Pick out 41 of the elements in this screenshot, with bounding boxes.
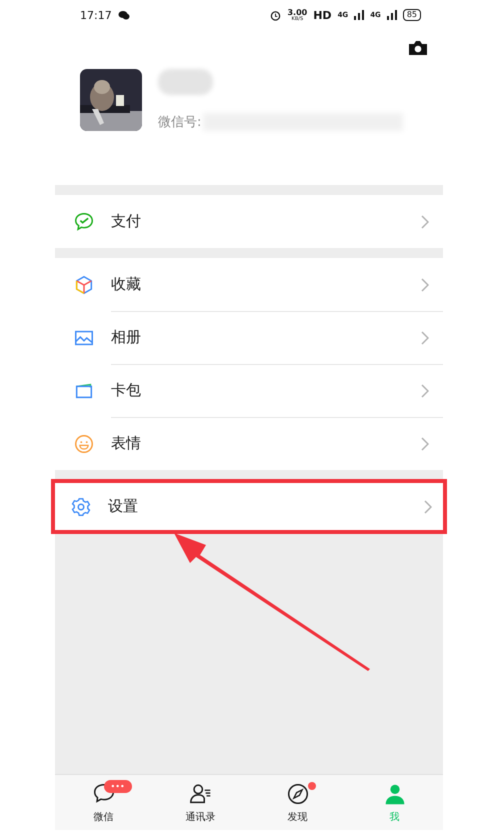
- menu-label: 收藏: [111, 275, 142, 294]
- chevron-icon: [421, 436, 429, 450]
- menu-item[interactable]: 设置: [52, 480, 446, 533]
- menu-label: 支付: [111, 212, 142, 231]
- chevron-icon: [421, 214, 429, 228]
- pay-icon: [73, 210, 95, 232]
- menu-item[interactable]: 表情: [55, 417, 443, 470]
- clock-time: 17:17: [80, 8, 112, 22]
- speed-value: 3.00: [287, 8, 308, 16]
- menu-item[interactable]: 收藏: [55, 258, 443, 311]
- tab[interactable]: 发现: [249, 775, 346, 830]
- battery-level: 85: [402, 9, 421, 21]
- favorites-icon: [73, 274, 95, 296]
- camera-icon[interactable]: [408, 40, 428, 56]
- tab[interactable]: 微信 •••: [55, 775, 152, 830]
- chevron-icon: [421, 278, 429, 292]
- signal-icon: [354, 10, 364, 20]
- wechat-id-label: 微信号:: [158, 114, 202, 131]
- menu-label: 卡包: [111, 381, 142, 400]
- menu-label: 相册: [111, 328, 142, 347]
- tab-label: 我: [390, 810, 400, 824]
- chevron-icon: [421, 330, 429, 344]
- tab-label: 通讯录: [186, 810, 216, 824]
- menu-label: 设置: [108, 497, 139, 516]
- chat-app-icon: [118, 10, 130, 20]
- alarm-icon: [270, 10, 282, 20]
- chevron-icon: [421, 384, 429, 398]
- chevron-icon: [424, 500, 432, 514]
- tab-label: 发现: [288, 811, 308, 824]
- signal-icon: [386, 10, 397, 20]
- menu-item[interactable]: 卡包: [55, 364, 443, 417]
- unread-badge: •••: [104, 780, 132, 793]
- tab[interactable]: 通讯录: [152, 775, 249, 830]
- menu-item[interactable]: 支付: [55, 195, 443, 248]
- tab-label: 微信: [94, 811, 114, 824]
- stickers-icon: [73, 432, 95, 454]
- hd-label: HD: [313, 8, 332, 22]
- menu-item[interactable]: 相册: [55, 311, 443, 364]
- menu-label: 表情: [111, 434, 142, 453]
- settings-icon: [70, 496, 92, 518]
- blurred-name: [158, 69, 213, 95]
